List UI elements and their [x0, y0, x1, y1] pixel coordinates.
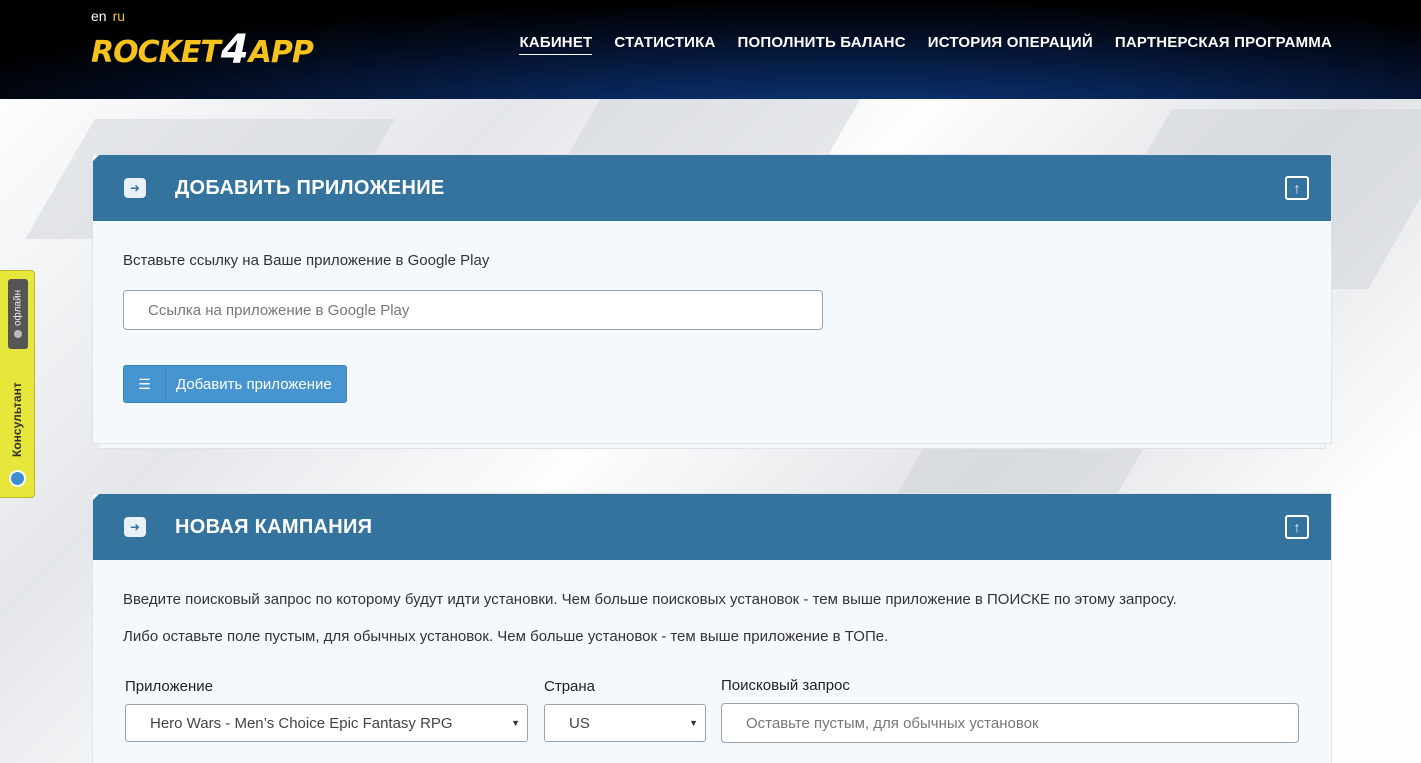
add-app-panel-title: ДОБАВИТЬ ПРИЛОЖЕНИЕ: [175, 176, 445, 199]
nav-operation-history[interactable]: ИСТОРИЯ ОПЕРАЦИЙ: [928, 34, 1093, 55]
language-switcher: en ru: [91, 8, 125, 24]
arrow-right-icon: ➜: [124, 517, 146, 537]
panel-shadow-edge: [98, 444, 1326, 449]
lang-ru-link[interactable]: ru: [113, 8, 125, 24]
app-select[interactable]: Hero Wars - Men’s Choice Epic Fantasy RP…: [125, 704, 528, 742]
collapse-up-icon[interactable]: ↑: [1285, 515, 1309, 539]
country-select[interactable]: US ▼: [544, 704, 706, 742]
search-query-input[interactable]: Оставьте пустым, для обычных установок: [721, 703, 1299, 743]
add-app-panel-header: ➜ ДОБАВИТЬ ПРИЛОЖЕНИЕ ↑: [93, 155, 1331, 221]
logo-text-right: APP: [248, 35, 314, 70]
campaign-instruction-2: Либо оставьте поле пустым, для обычных у…: [123, 628, 889, 645]
consultant-logo-icon: [9, 470, 26, 487]
top-header: en ru ROCKET 4 APP КАБИНЕТ СТАТИСТИКА ПОПОЛ…: [0, 0, 1421, 99]
new-campaign-panel: ➜ НОВАЯ КАМПАНИЯ ↑ Введите поисковый зап…: [92, 493, 1332, 763]
chevron-down-icon: ▼: [689, 718, 698, 728]
add-app-panel: ➜ ДОБАВИТЬ ПРИЛОЖЕНИЕ ↑ Вставьте ссылку …: [92, 154, 1332, 444]
new-campaign-panel-header: ➜ НОВАЯ КАМПАНИЯ ↑: [93, 494, 1331, 560]
country-select-label: Страна: [544, 678, 596, 695]
app-link-input[interactable]: Ссылка на приложение в Google Play: [123, 290, 823, 330]
add-list-icon: ☰: [124, 366, 166, 402]
consultant-label: Консультант: [10, 382, 24, 457]
add-app-button-label: Добавить приложение: [176, 375, 332, 393]
chevron-down-icon: ▼: [511, 718, 520, 728]
main-nav: КАБИНЕТ СТАТИСТИКА ПОПОЛНИТЬ БАЛАНС ИСТО…: [519, 34, 1332, 55]
collapse-up-icon[interactable]: ↑: [1285, 176, 1309, 200]
campaign-instruction-1: Введите поисковый запрос по которому буд…: [123, 591, 1177, 608]
add-app-button[interactable]: ☰ Добавить приложение: [123, 365, 347, 403]
app-select-value: Hero Wars - Men’s Choice Epic Fantasy RP…: [150, 714, 453, 732]
nav-top-up-balance[interactable]: ПОПОЛНИТЬ БАЛАНС: [738, 34, 906, 55]
site-logo[interactable]: ROCKET 4 APP: [91, 27, 314, 73]
nav-partner-program[interactable]: ПАРТНЕРСКАЯ ПРОГРАММА: [1115, 34, 1332, 55]
app-link-instruction: Вставьте ссылку на Ваше приложение в Goo…: [123, 252, 490, 269]
app-select-label: Приложение: [125, 678, 213, 695]
nav-statistics[interactable]: СТАТИСТИКА: [614, 34, 715, 55]
new-campaign-panel-title: НОВАЯ КАМПАНИЯ: [175, 515, 373, 538]
consultant-status-text: офлайн: [12, 289, 24, 327]
arrow-right-icon: ➜: [124, 178, 146, 198]
consultant-status: офлайн: [8, 279, 28, 349]
status-dot-icon: [14, 330, 22, 339]
country-select-value: US: [569, 714, 590, 732]
consultant-widget-tab[interactable]: офлайн Консультант: [0, 270, 35, 498]
lang-en-link[interactable]: en: [91, 8, 107, 24]
add-app-panel-body: Вставьте ссылку на Ваше приложение в Goo…: [93, 221, 1331, 443]
search-query-label: Поисковый запрос: [721, 677, 850, 694]
new-campaign-panel-body: Введите поисковый запрос по которому буд…: [93, 560, 1331, 763]
logo-text-four: 4: [220, 27, 249, 73]
logo-text-left: ROCKET: [91, 35, 221, 70]
nav-cabinet[interactable]: КАБИНЕТ: [519, 34, 593, 55]
